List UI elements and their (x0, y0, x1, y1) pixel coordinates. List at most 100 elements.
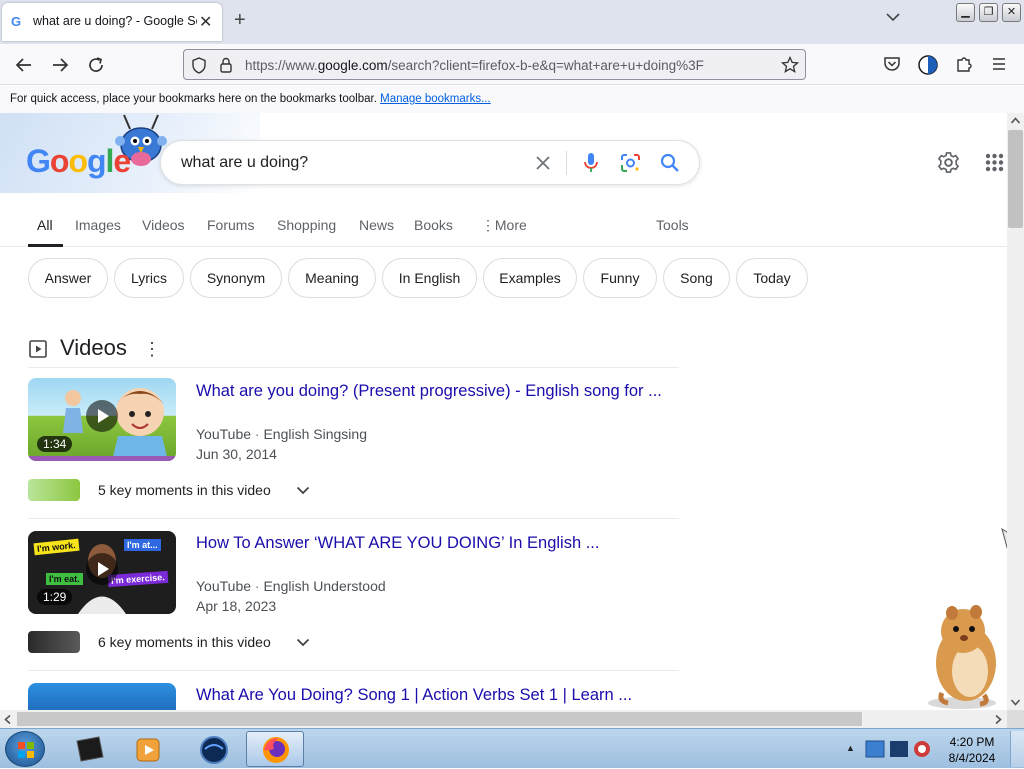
chip-examples[interactable]: Examples (483, 258, 577, 298)
divider (28, 670, 679, 671)
video-thumbnail[interactable]: 1:34 (28, 378, 176, 461)
video-thumbnail[interactable] (28, 683, 176, 710)
search-box[interactable]: what are u doing? (160, 140, 700, 185)
voice-search-mic-icon[interactable] (583, 152, 599, 174)
scroll-up-arrow-icon[interactable] (1010, 116, 1021, 125)
google-favicon-icon: G (11, 14, 22, 29)
logo-letter: G (26, 143, 51, 179)
browser-tab-active[interactable]: G what are u doing? - Google Sea ✕ (2, 3, 222, 41)
logo-letter: g (86, 143, 107, 179)
chip-lyrics[interactable]: Lyrics (114, 258, 184, 298)
expand-chevron-icon[interactable] (296, 486, 310, 495)
logo-letter: o (49, 143, 70, 179)
video-source: YouTube · English Understood (196, 578, 386, 594)
key-moment-thumbnail[interactable] (28, 631, 80, 653)
tray-network-volume-icons[interactable] (864, 737, 936, 763)
key-moments-toggle[interactable]: 5 key moments in this video (98, 482, 271, 498)
close-window-button[interactable]: ✕ (1002, 3, 1021, 22)
pocket-icon[interactable] (882, 54, 904, 76)
show-desktop-button[interactable] (1010, 731, 1024, 767)
tab-images[interactable]: Images (75, 217, 121, 233)
videos-heading: Videos (60, 335, 127, 360)
google-lens-camera-icon[interactable] (620, 153, 641, 173)
tab-tools[interactable]: Tools (656, 217, 689, 233)
clock-date: 8/4/2024 (948, 751, 996, 765)
start-button-windows-orb-icon[interactable] (5, 731, 45, 767)
taskbar-app-dark-window-icon[interactable] (60, 731, 118, 767)
tab-all[interactable]: All (37, 217, 53, 233)
extensions-puzzle-icon[interactable] (954, 54, 976, 76)
new-tab-plus-icon[interactable]: + (234, 9, 246, 32)
divider (28, 367, 679, 368)
list-all-tabs-chevron-icon[interactable] (886, 12, 900, 22)
chip-song[interactable]: Song (663, 258, 730, 298)
restore-window-button[interactable]: ❐ (979, 3, 998, 22)
thumb-label: I'm at... (124, 539, 161, 551)
scroll-down-arrow-icon[interactable] (1010, 698, 1021, 707)
address-bar[interactable]: https://www.google.com/search?client=fir… (183, 49, 806, 80)
bookmark-star-icon[interactable] (781, 56, 799, 74)
account-contrast-icon[interactable] (917, 54, 939, 76)
back-arrow-icon[interactable] (13, 54, 35, 76)
video-platform: YouTube (196, 578, 252, 594)
url-domain: google.com (317, 58, 388, 73)
url-text[interactable]: https://www.google.com/search?client=fir… (245, 58, 704, 73)
tab-title: what are u doing? - Google Sea (33, 14, 197, 28)
padlock-icon[interactable] (219, 57, 233, 73)
manage-bookmarks-link[interactable]: Manage bookmarks... (380, 93, 491, 105)
taskbar-media-player-icon[interactable] (120, 731, 178, 767)
google-apps-grid-icon[interactable] (985, 153, 1004, 172)
taskbar-firefox-icon[interactable] (246, 731, 304, 767)
minimize-window-button[interactable]: ▁ (956, 3, 975, 22)
hamburger-menu-icon[interactable] (990, 54, 1012, 76)
tab-close-icon[interactable]: ✕ (199, 12, 212, 32)
video-title-link[interactable]: What Are You Doing? Song 1 | Action Verb… (196, 686, 632, 705)
chip-meaning[interactable]: Meaning (288, 258, 376, 298)
video-thumbnail[interactable]: I'm work. I'm at... I'm eat. I'm exercis… (28, 531, 176, 614)
show-hidden-icons-arrow-icon[interactable]: ▲ (846, 743, 855, 753)
more-vertical-dots-icon: ⋮ (481, 217, 495, 233)
search-magnifier-icon[interactable] (660, 153, 680, 173)
search-query-text[interactable]: what are u doing? (181, 154, 308, 172)
vertical-scroll-thumb[interactable] (1008, 130, 1023, 228)
horizontal-scroll-thumb[interactable] (17, 712, 862, 726)
tab-news[interactable]: News (359, 217, 394, 233)
chip-synonym[interactable]: Synonym (190, 258, 282, 298)
scroll-right-arrow-icon[interactable] (994, 714, 1003, 725)
tab-shopping[interactable]: Shopping (277, 217, 336, 233)
chip-today[interactable]: Today (736, 258, 808, 298)
tracking-protection-shield-icon[interactable] (191, 57, 207, 74)
chip-funny[interactable]: Funny (583, 258, 657, 298)
search-tabs: All Images Videos Forums Shopping News B… (0, 203, 1007, 247)
settings-gear-icon[interactable] (937, 151, 960, 174)
expand-chevron-icon[interactable] (296, 638, 310, 647)
scroll-left-arrow-icon[interactable] (3, 714, 12, 725)
clock-time: 4:20 PM (949, 735, 995, 749)
key-moment-thumbnail[interactable] (28, 479, 80, 501)
tab-books[interactable]: Books (414, 217, 453, 233)
video-play-box-icon (28, 339, 48, 359)
tab-more[interactable]: ⋮ More (481, 217, 527, 234)
play-button-icon (86, 553, 118, 585)
dot-separator: · (254, 578, 260, 594)
videos-more-options-icon[interactable]: ⋮ (143, 339, 161, 360)
tab-videos[interactable]: Videos (142, 217, 185, 233)
dot-separator: · (254, 426, 260, 442)
reload-icon[interactable] (85, 54, 107, 76)
taskbar-clock[interactable]: 4:20 PM 8/4/2024 (940, 734, 1004, 766)
system-tray: ▲ (840, 729, 935, 769)
chip-in-english[interactable]: In English (382, 258, 477, 298)
video-title-link[interactable]: What are you doing? (Present progressive… (196, 382, 662, 401)
taskbar-globe-app-icon[interactable] (184, 731, 242, 767)
forward-arrow-icon[interactable] (49, 54, 71, 76)
chip-answer[interactable]: Answer (28, 258, 108, 298)
video-title-link[interactable]: How To Answer ‘WHAT ARE YOU DOING’ In En… (196, 534, 599, 553)
tab-more-label: More (494, 217, 527, 233)
clear-search-x-icon[interactable] (534, 154, 552, 172)
key-moments-toggle[interactable]: 6 key moments in this video (98, 634, 271, 650)
desktop-hamster-pet-icon[interactable] (918, 603, 1006, 710)
tab-forums[interactable]: Forums (207, 217, 254, 233)
video-date: Jun 30, 2014 (196, 446, 277, 462)
google-logo[interactable]: Google (26, 143, 131, 180)
page-content: Google what are u doing? All Images Vide… (0, 113, 1007, 710)
